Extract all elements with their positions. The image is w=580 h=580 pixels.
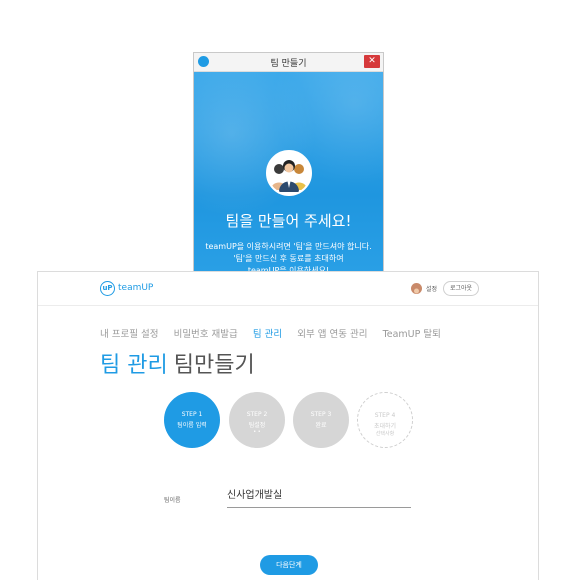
header-bar: uP teamUP 설정 로그아웃 — [38, 272, 538, 306]
step-number: STEP 1 — [181, 411, 203, 418]
popup-heading: 팀을 만들어 주세요! — [225, 212, 352, 230]
close-icon[interactable]: ✕ — [364, 55, 380, 68]
popup-body: 팀을 만들어 주세요! teamUP을 이용하시려면 '팀'을 만드셔야 합니다… — [194, 72, 383, 277]
team-name-label: 팀이름 — [164, 497, 181, 504]
step-label: 완료 — [315, 422, 327, 429]
step-label: 팀설정 — [248, 422, 266, 429]
settings-nav: 내 프로필 설정 비밀번호 재발급 팀 관리 외부 앱 연동 관리 TeamUP… — [100, 322, 451, 341]
popup-title: 팀 만들기 — [270, 59, 307, 69]
team-name-input[interactable]: 신사업개발실 — [227, 489, 411, 508]
team-people-icon — [265, 150, 312, 196]
step-number: STEP 3 — [310, 411, 332, 418]
step-1-team-name: STEP 1 팀이름 입력 — [164, 392, 220, 448]
page-title: 팀 관리 팀만들기 — [100, 347, 255, 379]
nav-item-team-management[interactable]: 팀 관리 — [253, 326, 282, 340]
teamup-logo-icon: uP — [100, 281, 115, 296]
user-name[interactable]: 설정 — [426, 284, 437, 293]
logo-text: teamUP — [118, 283, 154, 293]
step-2-team-settings: STEP 2 팀설정 • • — [229, 392, 285, 448]
page-title-secondary: 팀만들기 — [173, 353, 255, 378]
step-number: STEP 4 — [374, 412, 396, 419]
nav-item-profile[interactable]: 내 프로필 설정 — [100, 326, 158, 340]
popup-description-line: '팀'을 만드신 후 동료를 초대하여 — [233, 254, 344, 263]
nav-item-password[interactable]: 비밀번호 재발급 — [174, 326, 238, 340]
nav-item-withdraw[interactable]: TeamUP 탈퇴 — [383, 326, 441, 340]
logout-button[interactable]: 로그아웃 — [443, 281, 480, 296]
page-title-primary: 팀 관리 — [100, 353, 168, 378]
user-avatar[interactable] — [411, 283, 422, 294]
step-label: 팀이름 입력 — [177, 422, 207, 429]
step-sub: • • — [253, 429, 261, 435]
popup-titlebar[interactable]: 팀 만들기 ✕ — [194, 53, 383, 72]
next-step-button[interactable]: 다음단계 — [260, 555, 318, 575]
create-team-popup: 팀 만들기 ✕ 팀을 만들어 주세요! teamUP을 이용하시려면 '팀'을 … — [193, 52, 384, 278]
nav-item-external-apps[interactable]: 외부 앱 연동 관리 — [297, 326, 367, 340]
step-3-complete: STEP 3 완료 — [293, 392, 349, 448]
step-sub: 선택사항 — [375, 431, 395, 437]
team-management-page: uP teamUP 설정 로그아웃 내 프로필 설정 비밀번호 재발급 팀 관리… — [37, 271, 539, 580]
step-number: STEP 2 — [246, 411, 268, 418]
step-label: 초대하기 — [373, 423, 397, 430]
step-4-invite: STEP 4 초대하기 선택사항 — [357, 392, 413, 448]
popup-description-line: teamUP을 이용하시려면 '팀'을 만드셔야 합니다. — [205, 242, 372, 251]
